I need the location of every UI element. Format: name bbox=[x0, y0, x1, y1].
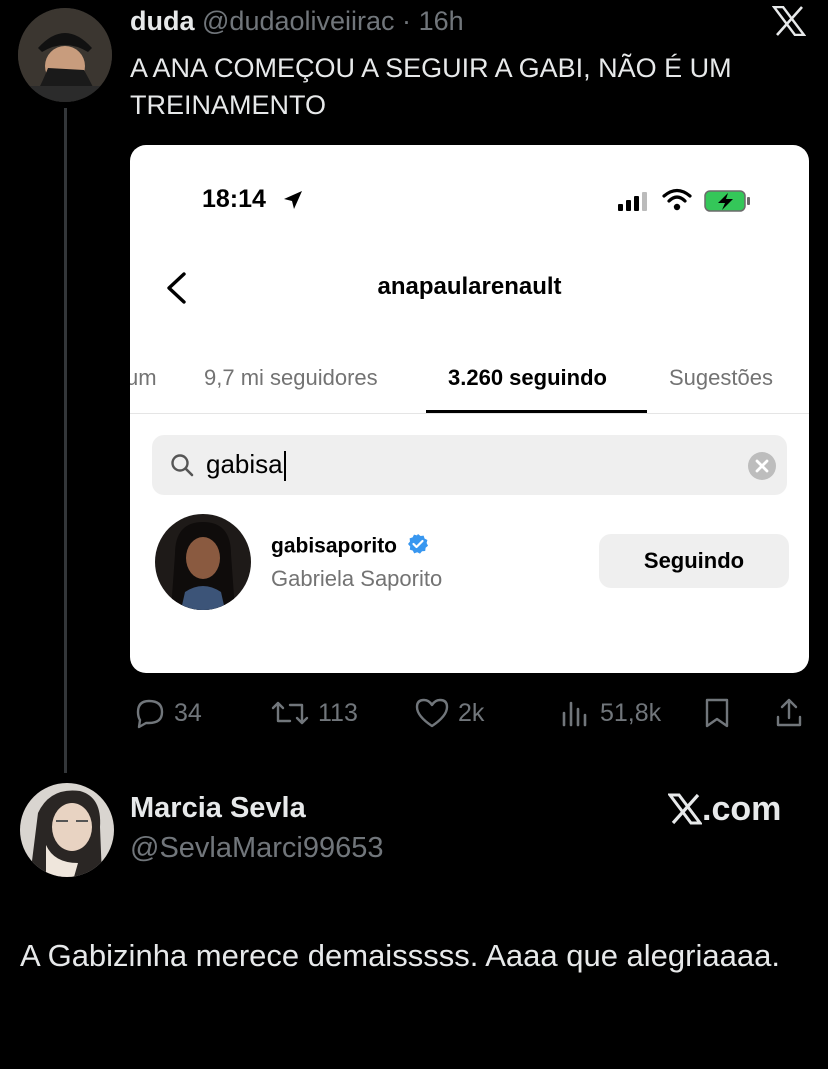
wifi-icon bbox=[662, 188, 692, 217]
tweet-text: A ANA COMEÇOU A SEGUIR A GABI, NÃO É UM … bbox=[130, 53, 732, 120]
battery-charging-icon bbox=[704, 189, 752, 218]
tweet-author-name[interactable]: duda bbox=[130, 6, 195, 36]
search-value: gabisa bbox=[206, 449, 286, 482]
heart-icon bbox=[415, 698, 449, 728]
tweet-separator: · bbox=[402, 6, 412, 36]
views-action[interactable]: 51,8k bbox=[560, 697, 661, 729]
x-dot-com-watermark: .com bbox=[668, 789, 781, 829]
result-avatar[interactable] bbox=[155, 514, 251, 610]
reply-author-name[interactable]: Marcia Sevla bbox=[130, 792, 306, 825]
retweet-icon bbox=[271, 701, 309, 725]
share-action[interactable] bbox=[774, 697, 804, 729]
location-arrow-icon bbox=[282, 189, 304, 216]
result-username-row[interactable]: gabisaporito bbox=[271, 533, 429, 561]
verified-badge-icon bbox=[407, 533, 429, 561]
bookmark-action[interactable] bbox=[703, 697, 731, 729]
like-count: 2k bbox=[458, 698, 485, 727]
status-time: 18:14 bbox=[202, 185, 266, 213]
result-username: gabisaporito bbox=[271, 534, 398, 558]
like-action[interactable]: 2k bbox=[414, 697, 484, 729]
profile-username: anapaularenault bbox=[377, 273, 562, 300]
tweet-author-handle[interactable]: @dudaoliveiirac bbox=[202, 6, 395, 36]
share-icon bbox=[776, 698, 802, 727]
tabs-divider bbox=[130, 413, 809, 414]
reply-count: 34 bbox=[174, 698, 202, 727]
following-button[interactable]: Seguindo bbox=[599, 534, 789, 588]
bookmark-icon bbox=[705, 698, 729, 728]
retweet-count: 113 bbox=[318, 698, 358, 727]
reply-author-handle[interactable]: @SevlaMarci99653 bbox=[130, 832, 384, 865]
search-query: gabisa bbox=[206, 449, 283, 479]
x-logo-icon bbox=[771, 5, 807, 37]
follow-tabs: um 9,7 mi seguidores 3.260 seguindo Suge… bbox=[130, 365, 809, 415]
thread-connector bbox=[64, 108, 67, 773]
result-full-name: Gabriela Saporito bbox=[271, 566, 443, 591]
reply-icon bbox=[136, 699, 164, 729]
tab-suggestions[interactable]: Sugestões bbox=[669, 365, 773, 391]
tweet-header: duda @dudaoliveiirac · 16h bbox=[130, 4, 464, 38]
signal-icon bbox=[618, 191, 652, 216]
clear-search-icon[interactable] bbox=[748, 452, 776, 485]
tab-followers[interactable]: 9,7 mi seguidores bbox=[204, 365, 378, 391]
reply-action[interactable]: 34 bbox=[132, 697, 202, 729]
watermark-text: .com bbox=[702, 789, 782, 828]
text-caret bbox=[283, 451, 286, 482]
x-logo-watermark-icon bbox=[668, 793, 702, 825]
reply-text: A Gabizinha merece demaisssss. Aaaa que … bbox=[20, 938, 780, 973]
views-icon bbox=[562, 701, 587, 727]
tweet-time[interactable]: 16h bbox=[419, 6, 464, 36]
views-count: 51,8k bbox=[600, 698, 662, 727]
tab-partial[interactable]: um bbox=[130, 365, 157, 391]
search-input[interactable]: gabisa bbox=[152, 435, 787, 495]
retweet-action[interactable]: 113 bbox=[270, 697, 358, 729]
tweet-author-avatar[interactable] bbox=[18, 8, 112, 102]
tab-following[interactable]: 3.260 seguindo bbox=[448, 365, 607, 391]
reply-author-avatar[interactable] bbox=[20, 783, 114, 877]
search-icon bbox=[170, 453, 194, 482]
instagram-screenshot[interactable]: 18:14 anapaularenault um 9,7 mi seguidor… bbox=[130, 145, 809, 673]
